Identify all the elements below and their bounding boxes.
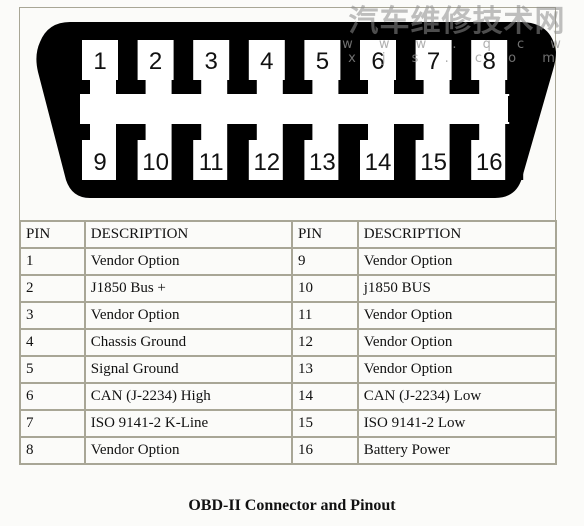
pin-number-right: 9 — [290, 247, 359, 276]
header-pin-right: PIN — [290, 220, 359, 249]
latch-post-bottom — [116, 124, 134, 180]
pin-label: 6 — [371, 48, 384, 75]
latch-post-bottom — [282, 124, 301, 180]
pin-description-left: Vendor Option — [83, 436, 293, 465]
table-row: 6 CAN (J-2234) High 14 CAN (J-2234) Low — [19, 382, 558, 411]
header-pin-left: PIN — [19, 220, 86, 249]
pin-description-left: ISO 9141-2 K-Line — [83, 409, 293, 438]
pin-label: 11 — [199, 149, 224, 176]
pin-number-left: 1 — [19, 247, 86, 276]
pin-number-left: 2 — [19, 274, 86, 303]
latch-tab-top — [171, 80, 190, 94]
pin-description-left: Signal Ground — [83, 355, 293, 384]
pin-description-left: Vendor Option — [83, 301, 293, 330]
table-row: 2 J1850 Bus +10 j1850 BUS — [19, 274, 558, 303]
pin-number-left: 6 — [19, 382, 86, 411]
pin-label: 14 — [365, 149, 392, 176]
pin-number-right: 12 — [290, 328, 359, 357]
pin-label: 3 — [205, 48, 218, 75]
pin-number-left: 4 — [19, 328, 86, 357]
latch-tab-top — [505, 80, 524, 94]
pin-number-left: 8 — [19, 436, 86, 465]
latch-post-bottom — [338, 124, 357, 180]
pin-description-right: ISO 9141-2 Low — [356, 409, 558, 438]
latch-tab-top — [394, 80, 412, 94]
pin-label: 16 — [476, 149, 503, 176]
pin-label: 12 — [253, 149, 280, 176]
pin-label: 8 — [483, 48, 496, 75]
table-row: 1 Vendor Option 9 Vendor Option — [19, 247, 558, 276]
latch-tab-top — [338, 80, 357, 94]
latch-tab-top — [282, 80, 301, 94]
header-description-right: DESCRIPTION — [356, 220, 558, 249]
pin-description-left: Vendor Option — [83, 247, 293, 276]
pin-number-right: 16 — [290, 436, 359, 465]
pin-number-right: 14 — [290, 382, 359, 411]
latch-tab-top — [116, 80, 134, 94]
pin-description-left: CAN (J-2234) High — [83, 382, 293, 411]
pin-number-left: 5 — [19, 355, 86, 384]
latch-post-bottom — [171, 124, 190, 180]
header-description-left: DESCRIPTION — [83, 220, 293, 249]
pin-label: 5 — [316, 48, 329, 75]
figure-caption: OBD-II Connector and Pinout — [188, 497, 396, 514]
table-row: 3 Vendor Option 11 Vendor Option — [19, 301, 558, 330]
table-row: 7 ISO 9141-2 K-Line 15 ISO 9141-2 Low — [19, 409, 558, 438]
pin-number-left: 7 — [19, 409, 86, 438]
pin-label: 4 — [260, 48, 273, 75]
pin-description-right: Vendor Option — [356, 355, 558, 384]
pin-label: 15 — [420, 149, 447, 176]
pin-number-right: 13 — [290, 355, 359, 384]
pin-description-left: J1850 Bus + — [83, 274, 293, 303]
pin-description-right: Vendor Option — [356, 328, 558, 357]
connector-channel — [80, 94, 508, 124]
latch-post-bottom — [394, 124, 412, 180]
pin-description-right: j1850 BUS — [356, 274, 558, 303]
pin-description-right: Battery Power — [356, 436, 558, 465]
pin-number-right: 11 — [290, 301, 359, 330]
pin-description-right: CAN (J-2234) Low — [356, 382, 558, 411]
pin-description-right: Vendor Option — [356, 301, 558, 330]
pinout-table: PIN DESCRIPTION PIN DESCRIPTION 1 Vendor … — [19, 220, 558, 465]
table-row: 5 Signal Ground 13 Vendor Option — [19, 355, 558, 384]
pin-number-right: 15 — [290, 409, 359, 438]
latch-post-bottom — [227, 124, 246, 180]
pin-description-left: Chassis Ground — [83, 328, 293, 357]
latch-post-bottom — [505, 124, 524, 180]
table-row: 4 Chassis Ground 12 Vendor Option — [19, 328, 558, 357]
table-header-row: PIN DESCRIPTION PIN DESCRIPTION — [19, 220, 558, 249]
pin-label: 9 — [93, 149, 106, 176]
pin-label: 10 — [142, 149, 169, 176]
pin-number-left: 3 — [19, 301, 86, 330]
latch-tab-top — [449, 80, 468, 94]
pin-label: 7 — [427, 48, 440, 75]
pin-label: 1 — [93, 48, 106, 75]
table-row: 8 Vendor Option 16 Battery Power — [19, 436, 558, 465]
obd2-connector-diagram: 1 2 3 4 5 6 7 89 10 11 12 13 14 15 16 — [36, 22, 556, 198]
pin-label: 2 — [149, 48, 162, 75]
latch-tab-top — [227, 80, 246, 94]
pin-description-right: Vendor Option — [356, 247, 558, 276]
pin-number-right: 10 — [290, 274, 359, 303]
latch-post-bottom — [449, 124, 468, 180]
pin-label: 13 — [309, 149, 336, 176]
